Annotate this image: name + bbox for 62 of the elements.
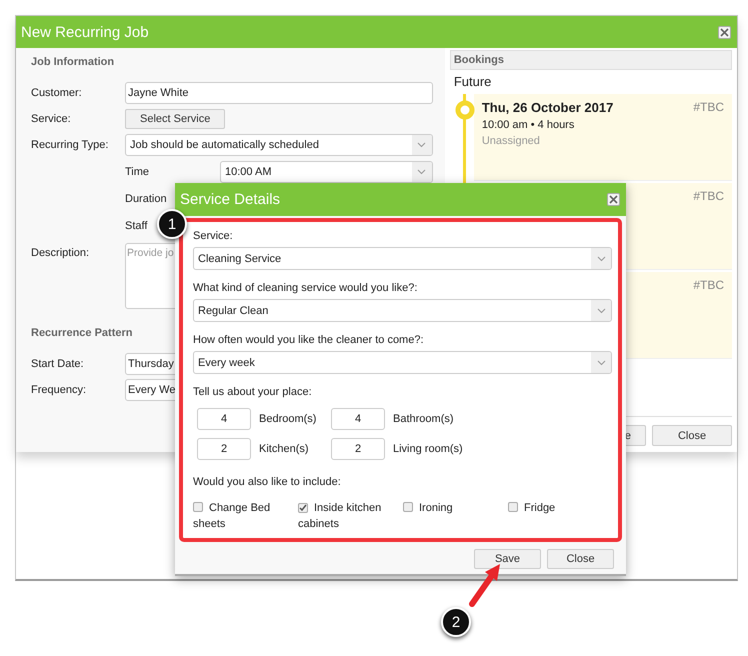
- question-label: How often would you like the cleaner to come?:: [193, 333, 425, 348]
- question-label: Tell us about your place:: [193, 385, 313, 400]
- number-field[interactable]: 2: [197, 438, 251, 460]
- booking-reference: #TBC: [693, 278, 724, 294]
- field-label: Time: [125, 166, 150, 178]
- recurring-type-select[interactable]: Job should be automatically scheduled: [125, 134, 433, 156]
- extra-checkbox[interactable]: Fridge: [508, 500, 600, 532]
- window-title: New Recurring Job: [21, 24, 149, 40]
- chevron-down-icon[interactable]: [591, 248, 611, 269]
- time-select[interactable]: 10:00 AM: [220, 160, 433, 182]
- field-label: Recurring Type:: [31, 139, 108, 151]
- booking-staff: Unassigned: [482, 135, 541, 147]
- checkbox[interactable]: [298, 503, 308, 513]
- close-icon[interactable]: [718, 26, 731, 38]
- field-label: Customer:: [31, 87, 82, 99]
- number-field[interactable]: 2: [331, 438, 385, 460]
- option-select[interactable]: Every week: [193, 351, 612, 374]
- number-field[interactable]: 4: [197, 408, 251, 430]
- field-label: Description:: [31, 246, 90, 259]
- chevron-down-icon[interactable]: [591, 300, 611, 321]
- chevron-down-icon[interactable]: [412, 135, 432, 155]
- question-label: Service:: [193, 229, 234, 244]
- question-label: Would you also like to include:: [193, 475, 342, 490]
- section-heading: Recurrence Pattern: [31, 327, 134, 339]
- select-service-button[interactable]: Select Service: [125, 109, 226, 129]
- booking-card[interactable]: Thu, 26 October 2017 10:00 am • 4 hours Unassigned #TBC: [474, 94, 732, 181]
- option-select[interactable]: Regular Clean: [193, 299, 612, 322]
- dialog-title: Service Details: [180, 191, 280, 208]
- checkbox[interactable]: [403, 502, 413, 512]
- room-label: Bedroom(s): [259, 413, 316, 425]
- section-heading: Job Information: [31, 56, 116, 68]
- booking-date: Thu, 26 October 2017: [482, 100, 614, 115]
- field-label: Service:: [31, 113, 71, 125]
- checkbox[interactable]: [193, 502, 203, 512]
- field-label: Staff: [125, 220, 148, 232]
- close-button[interactable]: Close: [652, 425, 732, 446]
- close-icon[interactable]: [607, 193, 620, 206]
- bookings-header: Bookings: [450, 50, 732, 70]
- booking-time: 10:00 am • 4 hours: [482, 119, 576, 131]
- group-label: Future: [452, 73, 492, 91]
- question-label: What kind of cleaning service would you like?:: [193, 281, 418, 296]
- room-label: Kitchen(s): [259, 443, 309, 455]
- step-marker: 2: [441, 607, 471, 637]
- option-select[interactable]: Cleaning Service: [193, 247, 612, 270]
- timeline-dot-icon: [454, 100, 475, 120]
- customer-field[interactable]: Jayne White: [125, 82, 433, 104]
- chevron-down-icon[interactable]: [591, 352, 611, 373]
- close-button[interactable]: Close: [547, 549, 614, 569]
- room-label: Living room(s): [393, 443, 463, 455]
- booking-reference: #TBC: [693, 189, 724, 205]
- save-button[interactable]: Save: [474, 549, 541, 569]
- booking-reference: #TBC: [693, 100, 724, 116]
- extra-checkbox[interactable]: Ironing: [403, 500, 495, 532]
- field-label: Frequency:: [31, 384, 86, 396]
- extra-checkbox[interactable]: Inside kitchen cabinets: [298, 500, 390, 532]
- room-label: Bathroom(s): [393, 413, 454, 425]
- extra-checkbox[interactable]: Change Bed sheets: [193, 500, 285, 532]
- field-label: Duration: [125, 192, 167, 204]
- number-field[interactable]: 4: [331, 408, 385, 430]
- checkbox[interactable]: [508, 502, 518, 512]
- chevron-down-icon[interactable]: [412, 162, 432, 182]
- field-label: Start Date:: [31, 358, 84, 370]
